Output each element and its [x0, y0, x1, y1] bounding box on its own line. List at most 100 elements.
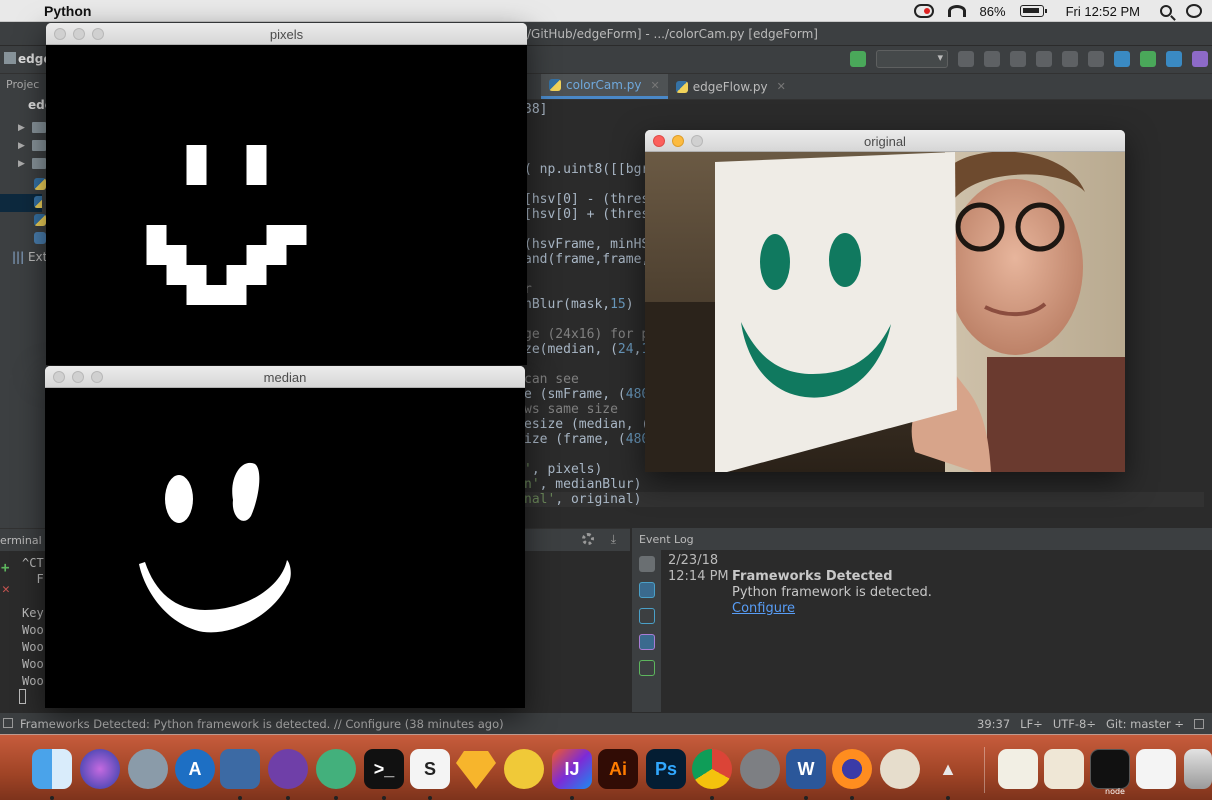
pixels-window[interactable]: pixels [46, 23, 527, 365]
code-line-current: nal', original) [524, 492, 1204, 507]
tree-file-2[interactable] [6, 212, 48, 230]
close-session-icon[interactable]: ✕ [2, 582, 10, 597]
launchpad-icon[interactable] [128, 749, 168, 789]
tool-windows-icon[interactable] [3, 718, 13, 728]
library-icon: ||| [12, 250, 25, 264]
running-indicator [428, 796, 432, 800]
revert-icon[interactable] [1192, 51, 1208, 67]
tree-file-3[interactable] [6, 230, 48, 248]
firefox-icon[interactable] [832, 749, 872, 789]
trash-icon[interactable] [1184, 749, 1212, 789]
window-titlebar[interactable]: original [645, 130, 1125, 152]
show-balloons-icon[interactable] [639, 582, 655, 598]
status-message[interactable]: Frameworks Detected: Python framework is… [20, 717, 504, 731]
profile-icon[interactable] [1036, 51, 1052, 67]
code-line: ( np.uint8([[bgr] [524, 162, 658, 177]
siri-icon[interactable] [80, 749, 120, 789]
caret-position[interactable]: 39:37 [977, 717, 1010, 731]
run-icon[interactable] [958, 51, 974, 67]
vcs-branch[interactable]: Git: master ÷ [1106, 717, 1184, 731]
tree-file-1[interactable] [6, 176, 48, 194]
tree-folder-1[interactable]: ▶ [6, 120, 48, 138]
running-indicator [286, 796, 290, 800]
terminal-icon[interactable]: >_ [364, 749, 404, 789]
project-panel-header[interactable]: Projec [6, 78, 48, 96]
illustrator-icon[interactable]: Ai [598, 749, 638, 789]
intellij-icon[interactable]: IJ [552, 749, 592, 789]
close-icon[interactable]: ✕ [651, 79, 660, 92]
clear-all-icon[interactable] [639, 660, 655, 676]
tab-edgeflow[interactable]: edgeFlow.py ✕ [668, 74, 794, 99]
external-libraries-item[interactable]: ||| Ext [6, 250, 48, 268]
debug-icon[interactable] [984, 51, 1000, 67]
coverage-icon[interactable] [1010, 51, 1026, 67]
battery-icon[interactable] [1019, 5, 1047, 17]
project-tool-window: Projec edgeF ▶ ▶ ▶ ||| Ext [0, 74, 48, 528]
calendar-icon[interactable] [1044, 749, 1084, 789]
photoshop-icon[interactable]: Ps [646, 749, 686, 789]
make-project-icon[interactable] [850, 51, 866, 67]
app-menu-name[interactable]: Python [44, 3, 91, 19]
sketch-icon[interactable] [456, 751, 496, 789]
rocket-icon[interactable]: ▲ [928, 749, 968, 789]
cyberduck-icon[interactable] [504, 749, 544, 789]
finder-icon[interactable] [32, 749, 72, 789]
image-file-icon [34, 231, 46, 244]
right-eye-shape [232, 462, 260, 521]
event-log-header[interactable]: Event Log [633, 528, 1212, 550]
lock-icon[interactable] [1194, 719, 1204, 729]
certificate-icon[interactable] [998, 749, 1038, 789]
virtualbox-icon[interactable] [220, 749, 260, 789]
slack-icon[interactable]: S [410, 749, 450, 789]
median-window[interactable]: median [45, 366, 525, 708]
system-preferences-icon[interactable] [740, 749, 780, 789]
project-root-item[interactable]: edgeF [6, 98, 48, 116]
close-icon[interactable]: ✕ [777, 80, 786, 93]
file-encoding[interactable]: UTF-8÷ [1053, 717, 1096, 731]
vcs-update-icon[interactable] [1114, 51, 1130, 67]
person-shirt [987, 357, 1125, 472]
tree-folder-2[interactable]: ▶ [6, 138, 48, 156]
chrome-icon[interactable] [692, 749, 732, 789]
vcs-history-icon[interactable] [1166, 51, 1182, 67]
status-widgets: 39:37 LF÷ UTF-8÷ Git: master ÷ [977, 717, 1204, 731]
battery-percent[interactable]: 86% [980, 4, 1006, 19]
window-titlebar[interactable]: pixels [46, 23, 527, 45]
github-desktop-icon[interactable] [268, 749, 308, 789]
window-titlebar[interactable]: median [45, 366, 525, 388]
original-window[interactable]: original [645, 130, 1125, 472]
run-configuration-select[interactable] [876, 50, 948, 68]
hide-panel-icon[interactable]: ⤓ [611, 532, 616, 547]
terminal-line: Woo [22, 640, 44, 654]
code-line: n', medianBlur) [524, 477, 642, 492]
tab-colorcam[interactable]: colorCam.py ✕ [541, 74, 668, 99]
mark-read-icon[interactable] [639, 634, 655, 650]
tree-folder-3[interactable]: ▶ [6, 156, 48, 174]
configure-link[interactable]: Configure [732, 601, 795, 616]
python-file-icon [549, 79, 561, 91]
document-icon[interactable] [1136, 749, 1176, 789]
paint-icon[interactable] [880, 749, 920, 789]
scroll-to-end-icon[interactable] [639, 608, 655, 624]
gear-icon[interactable] [582, 533, 594, 545]
xcode-app-icon[interactable]: A [175, 749, 215, 789]
chevron-right-icon: ▶ [18, 123, 25, 133]
terminal-window-icon[interactable] [1090, 749, 1130, 789]
creative-cloud-icon[interactable] [913, 4, 934, 18]
atom-icon[interactable] [316, 749, 356, 789]
wifi-icon[interactable] [947, 5, 966, 17]
word-icon[interactable]: W [786, 749, 826, 789]
settings-icon[interactable] [639, 556, 655, 572]
project-folder-icon[interactable] [4, 52, 16, 64]
clock[interactable]: Fri 12:52 PM [1066, 4, 1140, 19]
stop-icon[interactable] [1088, 51, 1104, 67]
spotlight-search-icon[interactable] [1160, 5, 1172, 17]
new-session-icon[interactable]: + [1, 560, 9, 576]
notification-center-icon[interactable] [1186, 4, 1202, 18]
concurrency-icon[interactable] [1062, 51, 1078, 67]
tree-file-selected[interactable] [0, 194, 42, 212]
vcs-commit-icon[interactable] [1140, 51, 1156, 67]
line-separator[interactable]: LF÷ [1020, 717, 1043, 731]
terminal-title[interactable]: erminal [0, 534, 42, 547]
code-comment: ge (24x16) for pi [524, 327, 658, 342]
